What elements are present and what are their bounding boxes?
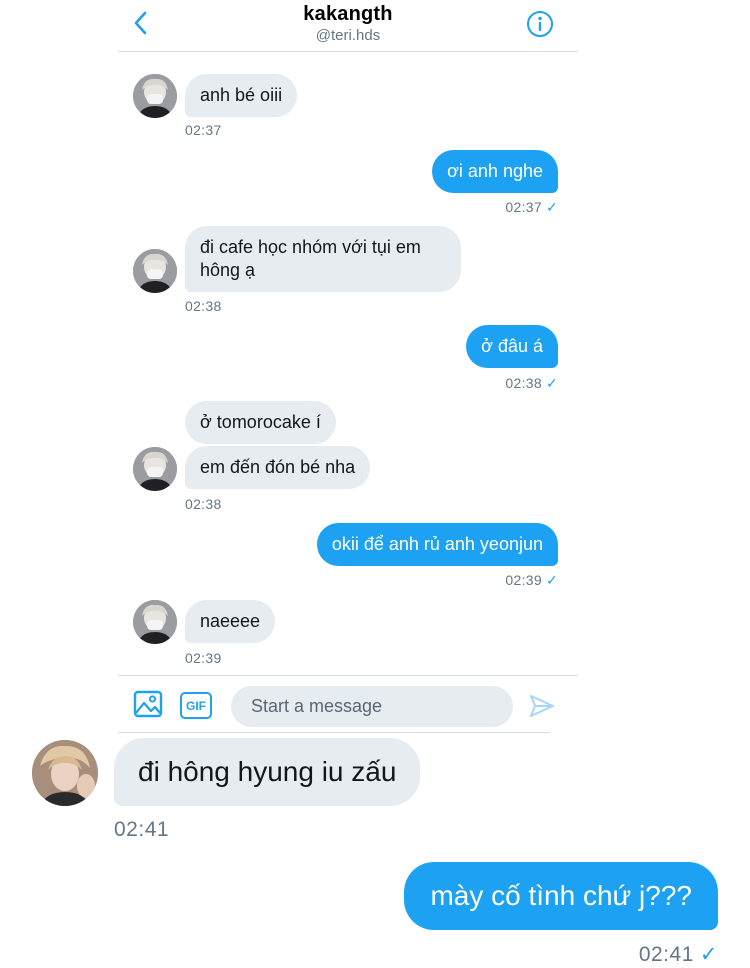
message-time: 02:39: [185, 650, 222, 666]
message-meta: 02:37 ✓: [505, 199, 558, 216]
avatar-icon: [133, 74, 177, 118]
message-time: 02:38: [185, 496, 222, 512]
avatar[interactable]: [133, 447, 177, 491]
message-time: 02:38: [185, 298, 222, 314]
message-text: mày cố tình chứ j???: [430, 880, 692, 911]
message-time: 02:39: [505, 572, 542, 588]
message-meta: 02:38 ✓: [505, 375, 558, 392]
message-bubble[interactable]: naeeee: [185, 600, 276, 643]
message-input[interactable]: [231, 686, 513, 727]
message-time: 02:38: [505, 375, 542, 391]
conversation-title-block: kakangth @teri.hds: [118, 3, 578, 44]
message-bubble[interactable]: ở tomorocake í: [185, 401, 336, 444]
gif-button[interactable]: GIF: [180, 692, 212, 719]
message-time: 02:41: [638, 943, 694, 966]
send-icon[interactable]: [528, 692, 556, 720]
image-icon[interactable]: [133, 689, 163, 719]
message-text: đi hông hyung iu zấu: [138, 756, 397, 787]
message-bubble[interactable]: em đến đón bé nha: [185, 446, 371, 489]
conversation-handle: @teri.hds: [315, 27, 381, 44]
message-time: 02:37: [185, 122, 222, 138]
message-bubble-large[interactable]: đi hông hyung iu zấu: [114, 738, 421, 806]
message-bubble[interactable]: okii để anh rủ anh yeonjun: [316, 523, 558, 566]
message-time: 02:41: [114, 818, 170, 841]
avatar-icon: [32, 740, 98, 806]
message-bubble-large[interactable]: mày cố tình chứ j???: [404, 862, 718, 930]
avatar[interactable]: [133, 249, 177, 293]
composer-divider: [118, 675, 578, 676]
conversation-header: kakangth @teri.hds: [118, 0, 578, 52]
message-bubble[interactable]: ơi anh nghe: [432, 150, 558, 193]
message-text-line: hông ạ: [200, 260, 256, 280]
read-check-icon: ✓: [545, 572, 558, 588]
info-icon[interactable]: [526, 10, 554, 38]
message-meta: 02:41 ✓: [639, 942, 718, 967]
message-text: ở tomorocake í: [200, 412, 321, 432]
message-time: 02:37: [505, 199, 542, 215]
message-text: anh bé oiii: [200, 85, 283, 105]
conversation-title: kakangth: [303, 3, 393, 25]
avatar-icon: [133, 249, 177, 293]
message-text: ở đâu á: [481, 336, 543, 356]
message-text-line: đi cafe học nhóm với tụi em: [200, 237, 421, 257]
message-meta: 02:39 ✓: [505, 572, 558, 589]
message-bubble[interactable]: đi cafe học nhóm với tụi em hông ạ: [185, 226, 461, 292]
message-text: okii để anh rủ anh yeonjun: [331, 534, 543, 554]
avatar-large[interactable]: [32, 740, 98, 806]
inner-dm-screenshot: kakangth @teri.hds anh bé oiii 02:37 ơi …: [118, 0, 578, 733]
message-text: naeeee: [200, 611, 261, 631]
message-text: em đến đón bé nha: [200, 457, 356, 477]
message-bubble[interactable]: anh bé oiii: [185, 74, 298, 117]
message-text: ơi anh nghe: [447, 161, 543, 181]
avatar-icon: [133, 600, 177, 644]
avatar-icon: [133, 447, 177, 491]
read-check-icon: ✓: [545, 375, 558, 391]
avatar[interactable]: [133, 74, 177, 118]
read-check-icon: ✓: [545, 199, 558, 215]
avatar[interactable]: [133, 600, 177, 644]
message-bubble[interactable]: ở đâu á: [466, 325, 558, 368]
read-check-icon: ✓: [699, 943, 718, 966]
gif-label: GIF: [186, 698, 206, 713]
composer-bottom-divider: [118, 732, 550, 733]
